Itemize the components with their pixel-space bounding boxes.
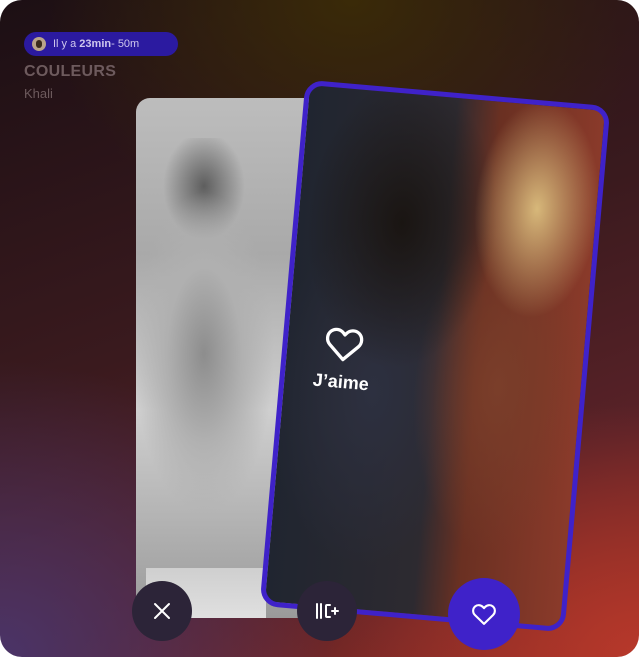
like-button[interactable]	[448, 578, 520, 650]
meta-suffix: - 50m	[111, 38, 140, 50]
app-frame: Il y a 23min - 50m COULEURS Khali J’aime	[0, 0, 639, 657]
heart-outline-icon	[325, 327, 364, 362]
track-meta-badge: Il y a 23min - 50m	[24, 32, 178, 56]
dismiss-button[interactable]	[132, 581, 192, 641]
add-to-playlist-icon	[316, 603, 339, 619]
artist-name: Khali	[24, 86, 53, 101]
close-icon	[154, 603, 170, 619]
like-overlay: J’aime	[297, 318, 389, 396]
meta-time: 23min	[79, 38, 112, 50]
heart-icon	[472, 604, 496, 625]
artist-avatar-icon	[32, 37, 46, 51]
track-title: COULEURS	[24, 63, 117, 80]
meta-prefix: Il y a	[53, 38, 77, 50]
add-to-playlist-button[interactable]	[297, 581, 357, 641]
